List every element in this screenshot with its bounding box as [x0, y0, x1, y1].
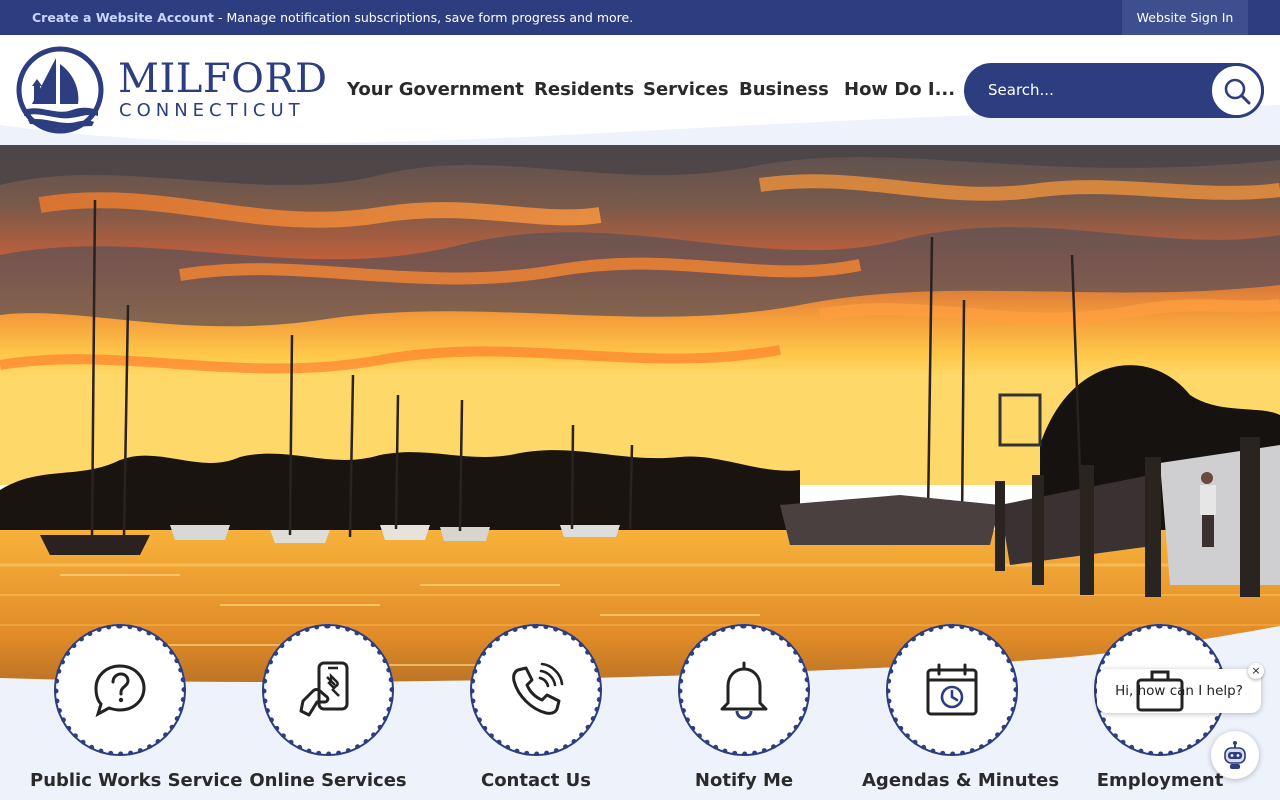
- question-bubble-icon: [94, 664, 146, 718]
- brand-subtitle: CONNECTICUT: [119, 100, 305, 121]
- nav-business[interactable]: Business: [739, 79, 829, 100]
- quick-link-ring: [470, 624, 602, 756]
- bell-icon: [720, 661, 768, 720]
- quick-link-ring: [262, 624, 394, 756]
- sailboat-lighthouse-icon: [16, 46, 104, 134]
- brand-name: MILFORD: [118, 56, 328, 102]
- quick-link-ring: [678, 624, 810, 756]
- calendar-clock-icon: [926, 663, 978, 716]
- quick-link-agendas-minutes[interactable]: Agendas & Minutes: [862, 624, 1060, 800]
- quick-link-label: Notify Me: [694, 770, 794, 791]
- website-sign-in-button[interactable]: Website Sign In: [1122, 0, 1248, 35]
- nav-services[interactable]: Services: [643, 79, 729, 100]
- quick-link-notify-me[interactable]: Notify Me: [654, 624, 834, 800]
- nav-your-government[interactable]: Your Government: [347, 79, 524, 100]
- search-input[interactable]: [988, 78, 1208, 102]
- quick-link-label: Public Works Service: [30, 770, 243, 791]
- milford-logo[interactable]: [16, 46, 106, 136]
- search-button[interactable]: [1209, 63, 1264, 118]
- account-banner-text: - Manage notification subscriptions, sav…: [214, 10, 634, 25]
- phone-tools-icon: [299, 661, 349, 717]
- account-banner: Create a Website Account - Manage notifi…: [32, 10, 633, 25]
- quick-link-ring: [54, 624, 186, 756]
- quick-link-label: Agendas & Minutes: [862, 770, 1060, 791]
- briefcase-icon: [1136, 670, 1184, 712]
- nav-residents[interactable]: Residents: [534, 79, 634, 100]
- chat-close-button[interactable]: ×: [1248, 663, 1264, 679]
- create-account-link[interactable]: Create a Website Account: [32, 10, 214, 25]
- quick-link-contact-us[interactable]: Contact Us: [446, 624, 626, 800]
- search-icon: [1224, 78, 1250, 104]
- quick-link-public-works[interactable]: Public Works Service: [30, 624, 243, 800]
- quick-link-ring: [886, 624, 1018, 756]
- phone-call-icon: [512, 662, 564, 715]
- quick-link-label: Online Services: [249, 770, 407, 791]
- quick-link-label: Contact Us: [480, 770, 591, 791]
- quick-link-online-services[interactable]: Online Services: [238, 624, 418, 800]
- robot-icon: [1224, 741, 1246, 769]
- top-bar: Create a Website Account - Manage notifi…: [0, 0, 1280, 35]
- nav-how-do-i[interactable]: How Do I...: [844, 79, 955, 100]
- chatbot-launcher-button[interactable]: [1211, 731, 1259, 779]
